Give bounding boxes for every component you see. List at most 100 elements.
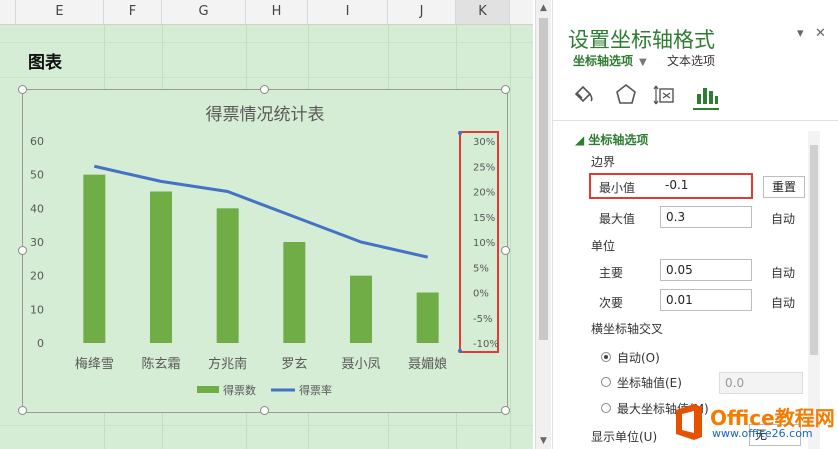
- category-label: 陈玄霜: [141, 356, 180, 372]
- scroll-thumb[interactable]: [539, 18, 548, 340]
- column-header-f[interactable]: F: [104, 0, 162, 24]
- pane-options-icon[interactable]: ▾: [797, 26, 804, 41]
- chart-bar: [83, 174, 106, 343]
- resize-handle-top-left[interactable]: [18, 85, 27, 94]
- secondary-axis-tick-label: 10%: [473, 238, 495, 249]
- column-headers: E F G H I J K: [0, 0, 533, 25]
- resize-handle-top[interactable]: [260, 85, 269, 94]
- radio-max-axis-value[interactable]: [601, 403, 611, 413]
- scroll-down-arrow-icon[interactable]: ▼: [536, 433, 551, 449]
- primary-axis-tick-label: 60: [30, 135, 44, 148]
- radio-axis-value-label[interactable]: 坐标轴值(E): [617, 374, 682, 391]
- axis-value-field[interactable]: 0.0: [719, 372, 803, 394]
- watermark-url: www.office26.com: [712, 427, 813, 440]
- resize-handle-bottom-right[interactable]: [501, 406, 510, 415]
- primary-axis-tick-label: 40: [30, 202, 44, 215]
- resize-handle-top-right[interactable]: [501, 85, 510, 94]
- rowline: [0, 77, 533, 78]
- effects-icon[interactable]: [613, 82, 639, 108]
- section-title: 坐标轴选项: [588, 133, 649, 147]
- sheet-scrollbar[interactable]: ▲ ▼: [535, 0, 551, 449]
- major-label: 主要: [599, 266, 624, 280]
- tab-text-options[interactable]: 文本选项: [667, 52, 715, 69]
- max-label: 最大值: [599, 212, 636, 226]
- minor-auto-label: 自动: [771, 296, 796, 310]
- units-label: 单位: [591, 239, 616, 253]
- resize-handle-right[interactable]: [501, 246, 510, 255]
- primary-axis-tick-label: 0: [37, 337, 44, 350]
- reset-button[interactable]: 重置: [763, 176, 805, 198]
- axis-selection-handle: [458, 349, 462, 353]
- collapse-icon: ◢: [575, 133, 589, 147]
- axis-options-icon[interactable]: [693, 82, 719, 110]
- tab-axis-options[interactable]: 坐标轴选项 ▼: [573, 52, 647, 69]
- close-icon[interactable]: ✕: [815, 26, 826, 41]
- tab-axis-options-label: 坐标轴选项: [573, 54, 634, 68]
- max-auto-label: 自动: [771, 212, 796, 226]
- format-axis-pane: 设置坐标轴格式 ▾ ✕ 坐标轴选项 ▼ 文本选项 ◢ 坐标轴选项 边界 最小值 -…: [552, 0, 838, 449]
- sheet-title: 图表: [28, 53, 62, 73]
- secondary-axis-tick-label: 25%: [473, 162, 495, 173]
- primary-axis-tick-label: 20: [30, 270, 44, 283]
- section-header[interactable]: ◢ 坐标轴选项: [575, 131, 648, 148]
- chart-plot[interactable]: 0 10 20 30 40 50 60 -10% -5% 0% 5% 10% 15% 20% 25% 30% 梅…: [23, 90, 507, 412]
- scroll-up-arrow-icon[interactable]: ▲: [536, 0, 551, 16]
- category-label: 罗玄: [281, 357, 307, 372]
- secondary-axis-tick-label: 5%: [473, 263, 489, 274]
- chart-bar: [350, 275, 372, 343]
- chart-bar: [416, 292, 439, 343]
- radio-auto[interactable]: [601, 352, 611, 362]
- secondary-axis-tick-label: 30%: [473, 137, 495, 148]
- column-header-k[interactable]: K: [456, 0, 510, 24]
- minor-unit-field[interactable]: 0.01: [660, 289, 752, 311]
- major-auto-label: 自动: [771, 266, 796, 280]
- column-header-h[interactable]: H: [246, 0, 308, 24]
- chart-area[interactable]: 得票情况统计表 0 10 20 30 40 50 60 -10% -5% 0% 5% 10% 15% 20…: [22, 89, 508, 413]
- secondary-axis-tick-label: 20%: [473, 188, 495, 199]
- axis-cross-label: 横坐标轴交叉: [591, 322, 664, 336]
- resize-handle-bottom[interactable]: [260, 406, 269, 415]
- chart-bar: [216, 208, 239, 343]
- display-units-label: 显示单位(U): [591, 430, 658, 444]
- category-label: 聂媚娘: [408, 357, 447, 372]
- major-unit-field[interactable]: 0.05: [660, 259, 752, 281]
- column-header-g[interactable]: G: [162, 0, 246, 24]
- chart-line: [94, 164, 428, 259]
- primary-axis-tick-label: 30: [30, 236, 44, 249]
- category-label: 方兆南: [208, 356, 247, 372]
- secondary-axis-tick-label: 0%: [473, 289, 489, 300]
- gridline: [510, 24, 511, 449]
- secondary-axis-tick-label: 15%: [473, 213, 495, 224]
- primary-axis-tick-label: 50: [30, 169, 44, 182]
- min-label: 最小值: [599, 181, 636, 195]
- primary-axis-tick-label: 10: [30, 303, 44, 316]
- spreadsheet-area[interactable]: E F G H I J K 图表 得票情况统计表 0 10 20 30 40 50 60 -1…: [0, 0, 533, 449]
- axis-selection-handle: [458, 131, 462, 135]
- chevron-down-icon: ▼: [639, 57, 647, 68]
- radio-auto-label[interactable]: 自动(O): [617, 349, 660, 366]
- legend-label: 得票数: [223, 384, 256, 397]
- category-label: 聂小凤: [341, 357, 380, 372]
- rowline: [0, 425, 533, 426]
- pane-divider: [553, 120, 838, 121]
- min-value-field[interactable]: -0.1: [660, 175, 752, 197]
- secondary-axis-tick-label: -10%: [473, 339, 499, 350]
- column-header-j[interactable]: J: [388, 0, 456, 24]
- column-header-partial[interactable]: [0, 0, 16, 24]
- pane-scroll-thumb[interactable]: [810, 145, 818, 355]
- pane-title: 设置坐标轴格式: [568, 28, 715, 52]
- fill-line-icon[interactable]: [571, 82, 597, 108]
- category-label: 梅绛雪: [75, 357, 114, 372]
- resize-handle-bottom-left[interactable]: [18, 406, 27, 415]
- column-header-e[interactable]: E: [16, 0, 104, 24]
- column-header-i[interactable]: I: [308, 0, 388, 24]
- size-properties-icon[interactable]: [653, 82, 679, 108]
- chart-bar: [283, 242, 306, 343]
- radio-axis-value[interactable]: [601, 377, 611, 387]
- rowline: [0, 42, 533, 43]
- legend-swatch-bars: [197, 386, 219, 393]
- watermark: Office教程网 www.office26.com: [672, 400, 835, 446]
- legend-label: 得票率: [299, 383, 332, 397]
- resize-handle-left[interactable]: [18, 246, 27, 255]
- max-value-field[interactable]: 0.3: [660, 206, 752, 228]
